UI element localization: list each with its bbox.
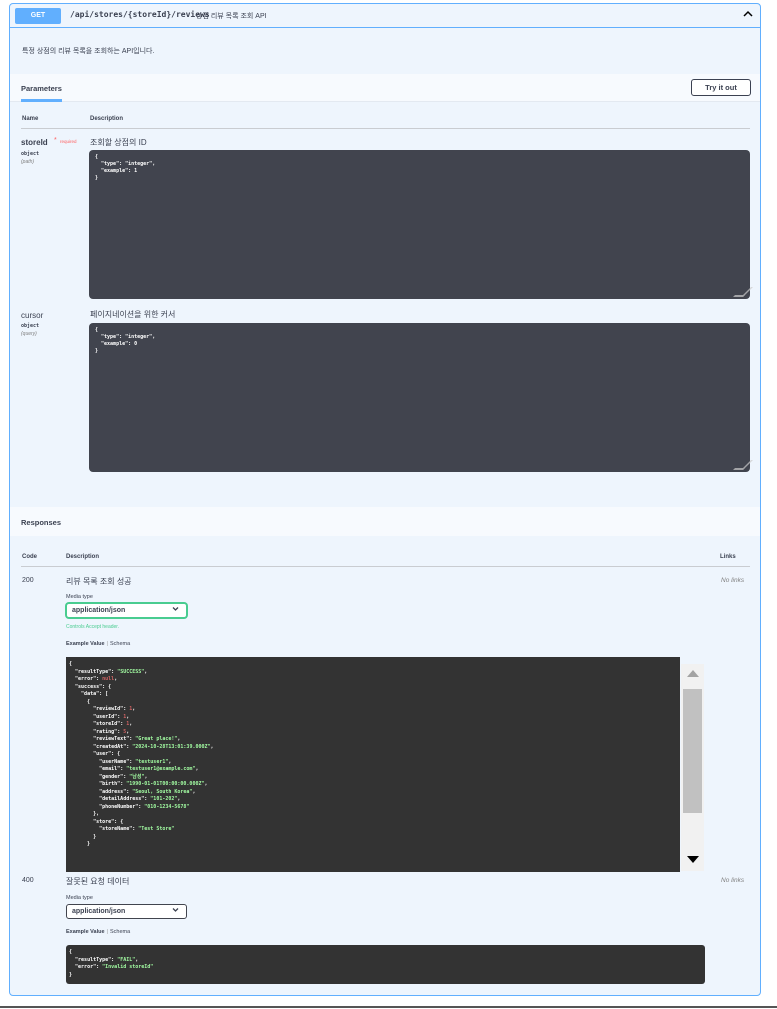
col-header-name: Name: [22, 116, 39, 122]
schema-line: "example": 0: [95, 341, 138, 347]
schema-line: "example": 1: [95, 168, 138, 174]
param-type: object: [21, 323, 40, 329]
endpoint-description: 특정 상점의 리뷰 목록을 조회하는 API입니다.: [22, 48, 155, 55]
required-label: required: [60, 139, 77, 144]
chevron-down-icon: [172, 905, 179, 918]
param-description: 조회할 상점의 ID: [90, 138, 147, 147]
tab-example-value[interactable]: Example Value: [66, 929, 105, 935]
tab-parameters[interactable]: Parameters: [21, 84, 62, 102]
media-type-label: Media type: [66, 895, 93, 901]
divider: [21, 128, 750, 129]
response-code: 400: [22, 877, 34, 884]
parameters-header: Parameters Try it out: [10, 74, 760, 102]
endpoint-path: /api/stores/{storeId}/reviews: [70, 10, 210, 19]
chevron-up-icon[interactable]: [743, 9, 753, 21]
schema-line: }: [95, 348, 99, 354]
col-header-description: Description: [90, 116, 124, 122]
endpoint-summary: 상점 리뷰 목록 조회 API: [196, 13, 267, 20]
method-badge: GET: [15, 8, 61, 24]
operation-block: GET /api/stores/{storeId}/reviews 상점 리뷰 …: [9, 3, 761, 996]
example-tabs: Example Value | Schema: [66, 641, 131, 647]
media-type-select[interactable]: application/json: [66, 603, 187, 618]
accept-header-note: Controls Accept header.: [66, 624, 120, 630]
schema-line: {: [95, 154, 99, 160]
scroll-down-icon[interactable]: [687, 856, 699, 863]
tab-example-value[interactable]: Example Value: [66, 641, 105, 647]
response-links: No links: [721, 577, 745, 584]
param-location: (query): [21, 331, 37, 337]
schema-line: {: [95, 327, 99, 333]
param-type: object: [21, 151, 40, 157]
window-bottom-border: [0, 1006, 777, 1008]
tab-schema[interactable]: Schema: [110, 641, 130, 647]
required-marker: *: [54, 137, 57, 144]
col-header-code: Code: [22, 554, 37, 560]
param-name-cursor: cursor: [21, 311, 44, 320]
try-it-out-button[interactable]: Try it out: [691, 79, 751, 96]
media-type-value: application/json: [72, 908, 126, 915]
schema-line: "type": "integer",: [95, 334, 156, 340]
schema-line: }: [95, 175, 99, 181]
scrollbar-thumb[interactable]: [683, 689, 702, 813]
code-scrollbar[interactable]: [681, 664, 704, 871]
col-header-links: Links: [720, 554, 736, 560]
scroll-up-icon[interactable]: [687, 670, 699, 677]
divider: [21, 566, 750, 567]
response-code: 200: [22, 577, 34, 584]
param-location: (path): [21, 159, 35, 165]
responses-header: Responses: [10, 507, 760, 536]
tab-schema[interactable]: Schema: [110, 929, 130, 935]
example-json-200: { "resultType": "SUCCESS", "error": null…: [66, 657, 680, 872]
example-json-400: { "resultType": "FAIL", "error": "Invali…: [66, 945, 705, 984]
param-schema-textarea[interactable]: { "type": "integer", "example": 0 }: [89, 323, 750, 472]
col-header-description: Description: [66, 554, 100, 560]
chevron-down-icon: [172, 604, 179, 617]
responses-title: Responses: [21, 518, 62, 527]
media-type-select[interactable]: application/json: [66, 904, 187, 919]
param-schema-textarea[interactable]: { "type": "integer", "example": 1 }: [89, 150, 750, 299]
response-links: No links: [721, 877, 745, 884]
example-tabs: Example Value | Schema: [66, 929, 131, 935]
schema-line: "type": "integer",: [95, 161, 156, 167]
media-type-value: application/json: [72, 607, 126, 614]
media-type-label: Media type: [66, 594, 93, 600]
response-description: 잘못된 요청 데이터: [66, 877, 130, 886]
response-description: 리뷰 목록 조회 성공: [66, 577, 132, 586]
operation-summary[interactable]: GET /api/stores/{storeId}/reviews 상점 리뷰 …: [10, 4, 760, 28]
param-description: 페이지네이션을 위한 커서: [90, 310, 176, 319]
param-name-storeid: storeId: [21, 138, 48, 147]
